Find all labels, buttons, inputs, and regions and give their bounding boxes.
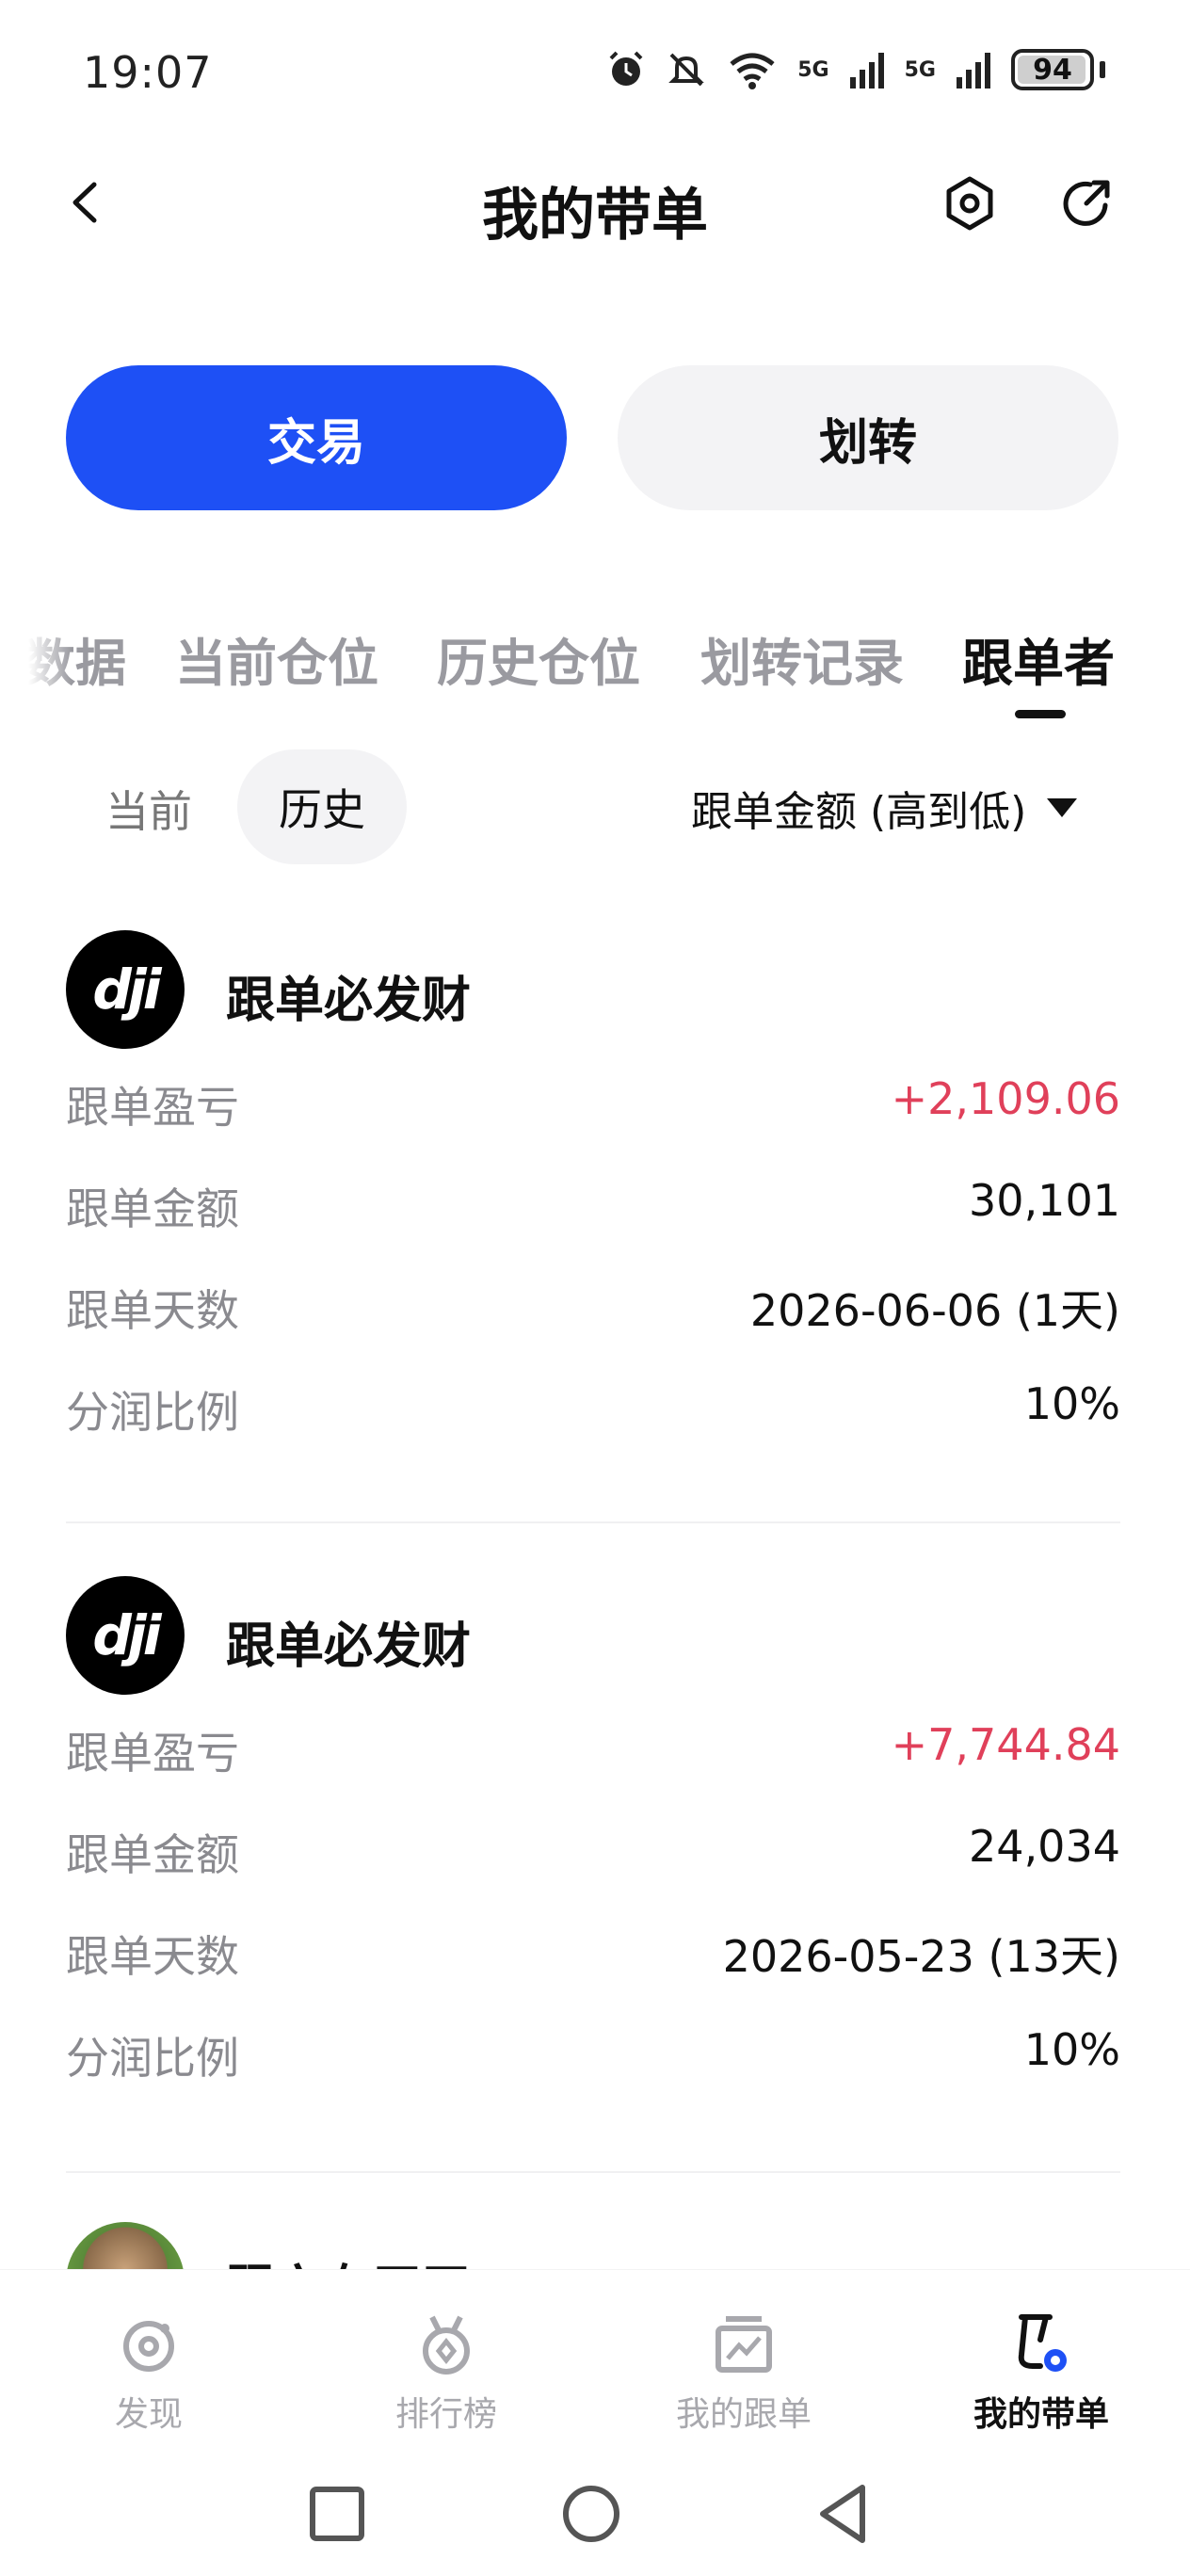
days-value: 2026-05-23 (13天) xyxy=(722,1931,1120,1982)
follower-name: 跟单必发财 xyxy=(226,1618,472,1675)
tab-active-indicator xyxy=(1015,710,1066,718)
pnl-row: 跟单盈亏 +7,744.84 xyxy=(66,1699,1120,1800)
days-value: 2026-06-06 (1天) xyxy=(749,1285,1120,1336)
follower-card-header: dji 跟单必发财 xyxy=(66,1576,1120,1699)
share-ratio-value: 10% xyxy=(1023,1378,1120,1429)
amount-value: 24,034 xyxy=(969,1821,1120,1872)
row-label: 分润比例 xyxy=(66,2033,239,2084)
nav-discover[interactable]: 发现 xyxy=(0,2270,298,2458)
network-label-b: 5G xyxy=(904,57,936,82)
alarm-icon xyxy=(609,51,643,86)
status-icons: 5G 5G 94 xyxy=(605,49,1105,90)
signal-5g-icon xyxy=(957,53,990,89)
row-label: 跟单盈亏 xyxy=(66,1082,239,1133)
share-icon[interactable] xyxy=(1058,175,1115,232)
settings-icon[interactable] xyxy=(941,175,998,232)
follower-card[interactable]: dji 跟单必发财 跟单盈亏 +2,109.06 跟单金额 30,101 跟单天… xyxy=(66,930,1120,1459)
sort-label: 跟单金额 (高到低) xyxy=(691,788,1027,836)
row-label: 跟单盈亏 xyxy=(66,1728,239,1779)
filter-history[interactable]: 历史 xyxy=(237,749,407,864)
bottom-nav: 发现 排行榜 我的跟单 我的带单 xyxy=(0,2269,1190,2457)
follower-card-header: dji 跟单必发财 xyxy=(66,930,1120,1053)
tab-transfer-records[interactable]: 划转记录 xyxy=(700,621,904,696)
header: 我的带单 xyxy=(0,151,1190,254)
discover-icon xyxy=(123,2321,174,2372)
tab-current-positions[interactable]: 当前仓位 xyxy=(175,621,378,696)
share-ratio-value: 10% xyxy=(1023,2024,1120,2075)
days-row: 跟单天数 2026-06-06 (1天) xyxy=(66,1256,1120,1358)
nav-label: 我的跟单 xyxy=(675,2395,812,2434)
row-label: 跟单金额 xyxy=(66,1829,239,1880)
share-ratio-row: 分润比例 10% xyxy=(66,2004,1120,2105)
avatar: dji xyxy=(66,930,185,1049)
pnl-row: 跟单盈亏 +2,109.06 xyxy=(66,1053,1120,1154)
amount-row: 跟单金额 24,034 xyxy=(66,1800,1120,1902)
nav-my-copy[interactable]: 我的跟单 xyxy=(595,2270,892,2458)
days-row: 跟单天数 2026-05-23 (13天) xyxy=(66,1902,1120,2004)
tab-fade xyxy=(0,621,72,725)
nav-label: 发现 xyxy=(114,2395,183,2434)
follower-name: 跟单必发财 xyxy=(226,973,472,1029)
system-nav-bar xyxy=(0,2457,1190,2576)
transfer-button[interactable]: 划转 xyxy=(618,365,1118,510)
tab-bar: 数据 当前仓位 历史仓位 划转记录 跟单者 xyxy=(0,621,1190,725)
recent-apps-icon[interactable] xyxy=(299,2476,375,2552)
home-icon[interactable] xyxy=(554,2476,629,2552)
nav-label: 排行榜 xyxy=(394,2395,497,2434)
nav-leaderboard[interactable]: 排行榜 xyxy=(298,2270,595,2458)
battery-icon: 94 xyxy=(1011,49,1094,90)
pnl-value: +7,744.84 xyxy=(891,1719,1120,1770)
leaderboard-icon xyxy=(423,2315,470,2375)
page-title: 我的带单 xyxy=(482,183,708,249)
status-time: 19:07 xyxy=(83,47,213,98)
status-bar: 19:07 5G 5G 94 xyxy=(0,0,1190,151)
filter-current[interactable]: 当前 xyxy=(105,778,192,840)
chevron-down-icon xyxy=(1047,798,1078,817)
signal-5g-icon xyxy=(849,53,884,89)
amount-value: 30,101 xyxy=(969,1175,1120,1226)
trade-button[interactable]: 交易 xyxy=(66,365,567,510)
nav-my-lead[interactable]: 我的带单 xyxy=(892,2270,1190,2458)
mute-icon xyxy=(668,53,705,87)
avatar: dji xyxy=(66,1576,185,1695)
follower-card[interactable]: dji 跟单必发财 跟单盈亏 +7,744.84 跟单金额 24,034 跟单天… xyxy=(66,1576,1120,2105)
pnl-value: +2,109.06 xyxy=(891,1073,1120,1124)
share-ratio-row: 分润比例 10% xyxy=(66,1358,1120,1459)
tab-history-positions[interactable]: 历史仓位 xyxy=(437,621,640,696)
wifi-icon xyxy=(730,53,775,89)
nav-label: 我的带单 xyxy=(973,2395,1109,2434)
row-label: 分润比例 xyxy=(66,1387,239,1438)
row-label: 跟单金额 xyxy=(66,1183,239,1234)
battery-tip xyxy=(1100,61,1105,78)
avatar-logo-text: dji xyxy=(92,958,161,1022)
sort-dropdown[interactable]: 跟单金额 (高到低) xyxy=(691,778,1078,838)
my-copy-icon xyxy=(716,2316,772,2373)
my-lead-icon xyxy=(1018,2314,1067,2372)
avatar-logo-text: dji xyxy=(92,1603,161,1667)
tab-followers[interactable]: 跟单者 xyxy=(962,621,1115,696)
network-label-a: 5G xyxy=(797,57,829,82)
divider xyxy=(66,2171,1120,2173)
back-nav-icon[interactable] xyxy=(808,2476,883,2552)
battery-level: 94 xyxy=(1033,53,1072,87)
divider xyxy=(66,1521,1120,1523)
row-label: 跟单天数 xyxy=(66,1931,239,1982)
row-label: 跟单天数 xyxy=(66,1285,239,1336)
amount-row: 跟单金额 30,101 xyxy=(66,1154,1120,1256)
